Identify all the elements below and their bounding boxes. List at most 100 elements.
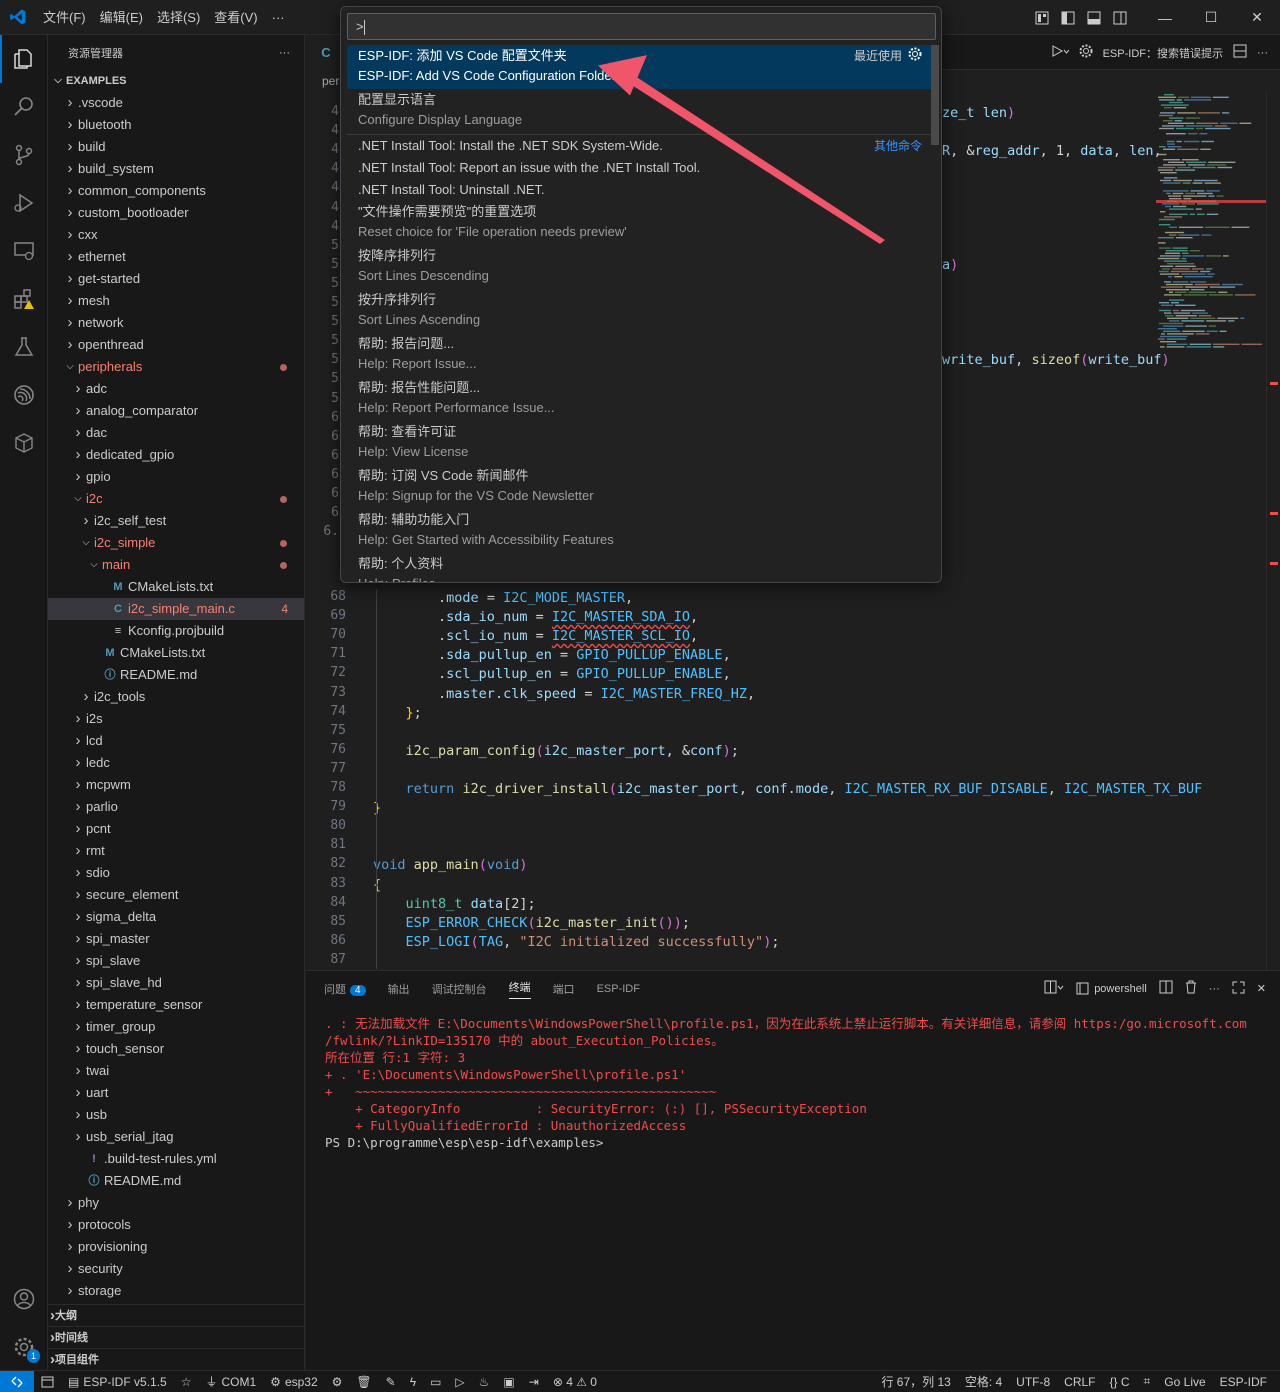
minimap[interactable] (1156, 92, 1266, 352)
toggle-panel-icon[interactable] (1084, 8, 1104, 28)
command-item[interactable]: 配置显示语言 Configure Display Language (347, 89, 936, 133)
tree-folder[interactable]: › twai (48, 1060, 304, 1082)
testing-icon[interactable] (0, 323, 48, 371)
search-icon[interactable] (0, 83, 48, 131)
run-debug-dropdown-icon[interactable] (1051, 44, 1069, 61)
close-window-button[interactable]: ✕ (1234, 0, 1280, 35)
tree-folder[interactable]: › rmt (48, 840, 304, 862)
tree-folder[interactable]: › pcnt (48, 818, 304, 840)
editor-scrollbar[interactable] (1266, 92, 1280, 970)
command-item[interactable]: .NET Install Tool: Uninstall .NET. (347, 179, 936, 201)
tree-folder[interactable]: › adc (48, 378, 304, 400)
tree-folder[interactable]: › build_system (48, 158, 304, 180)
tree-folder[interactable]: › common_components (48, 180, 304, 202)
tree-folder[interactable]: › touch_sensor (48, 1038, 304, 1060)
terminal-layout-icon[interactable] (1044, 980, 1064, 997)
toggle-sidebar-icon[interactable] (1058, 8, 1078, 28)
command-item[interactable]: 帮助: 报告问题... Help: Report Issue... (347, 333, 936, 377)
tree-file[interactable]: ⓘ README.md (48, 1170, 304, 1192)
source-control-icon[interactable] (0, 131, 48, 179)
panel-tab-1[interactable]: 输出 (388, 981, 410, 997)
panel-tab-3[interactable]: 终端 (508, 979, 531, 999)
tree-file[interactable]: ⓘ README.md (48, 664, 304, 686)
terminal-output[interactable]: . : 无法加载文件 E:\Documents\WindowsPowerShel… (306, 1015, 1280, 1355)
other-commands-link[interactable]: 其他命令 (874, 137, 922, 154)
more-actions-button[interactable]: ··· (1257, 47, 1268, 59)
status-item-chip[interactable]: ⚙ esp32 (263, 1375, 324, 1389)
tree-folder[interactable]: › sdio (48, 862, 304, 884)
tree-folder[interactable]: › secure_element (48, 884, 304, 906)
tree-folder[interactable]: › get-started (48, 268, 304, 290)
tree-folder[interactable]: › usb_serial_jtag (48, 1126, 304, 1148)
command-palette-input[interactable]: > (347, 13, 936, 40)
tree-folder[interactable]: › spi_slave (48, 950, 304, 972)
command-item[interactable]: 帮助: 订阅 VS Code 新闻邮件 Help: Signup for the … (347, 465, 936, 509)
tree-folder[interactable]: › uart (48, 1082, 304, 1104)
terminal-shell-selector[interactable]: powershell (1076, 982, 1147, 995)
tree-folder[interactable]: › timer_group (48, 1016, 304, 1038)
maximize-panel-icon[interactable] (1232, 981, 1245, 997)
sidebar-section-1[interactable]: › 时间线 (48, 1326, 304, 1348)
status-item-plug[interactable]: ⏚ COM1 (198, 1373, 263, 1390)
panel-tab-4[interactable]: 端口 (553, 981, 575, 997)
status-right-item[interactable]: 行 67，列 13 (874, 1373, 957, 1390)
command-item[interactable]: .NET Install Tool: Report an issue with … (347, 157, 936, 179)
command-item[interactable]: .NET Install Tool: Install the .NET SDK … (347, 135, 936, 157)
explorer-more-button[interactable]: ··· (279, 47, 290, 59)
status-right-item[interactable]: ESP-IDF (1213, 1375, 1274, 1389)
split-terminal-icon[interactable] (1159, 980, 1173, 997)
status-item-flash[interactable]: ϟ (403, 1375, 423, 1389)
menu-item-3[interactable]: 查看(V) (207, 0, 264, 35)
status-item-star[interactable]: ☆ (174, 1375, 199, 1389)
tree-file[interactable]: M CMakeLists.txt (48, 576, 304, 598)
palette-scrollbar[interactable] (931, 45, 939, 145)
menu-item-4[interactable]: ··· (265, 0, 292, 35)
command-item[interactable]: 帮助: 报告性能问题... Help: Report Performance Is… (347, 377, 936, 421)
status-item-run[interactable]: ⇥ (522, 1375, 546, 1389)
status-item-trash[interactable]: 🗑 (349, 1375, 378, 1389)
customize-layout-icon[interactable] (1032, 8, 1052, 28)
status-item-gear[interactable]: ⚙ (325, 1375, 350, 1389)
close-panel-icon[interactable]: ✕ (1257, 982, 1266, 995)
component-registry-icon[interactable] (0, 419, 48, 467)
command-item[interactable]: 帮助: 辅助功能入门 Help: Get Started with Accessi… (347, 509, 936, 553)
tree-folder[interactable]: › i2c_tools (48, 686, 304, 708)
tree-file[interactable]: M CMakeLists.txt (48, 642, 304, 664)
tree-folder[interactable]: › ledc (48, 752, 304, 774)
tree-folder[interactable]: › bluetooth (48, 114, 304, 136)
tree-file[interactable]: ≡ Kconfig.projbuild (48, 620, 304, 642)
tree-folder[interactable]: › usb (48, 1104, 304, 1126)
menu-item-2[interactable]: 选择(S) (150, 0, 207, 35)
status-right-item[interactable]: UTF-8 (1009, 1375, 1057, 1389)
tree-folder[interactable]: › i2c_self_test (48, 510, 304, 532)
status-item-wrench[interactable]: ✎ (379, 1375, 403, 1389)
tree-folder[interactable]: › security (48, 1258, 304, 1280)
command-item[interactable]: "文件操作需要预览"的重置选项 Reset choice for 'File op… (347, 201, 936, 245)
ports-icon[interactable] (34, 1376, 61, 1388)
tree-folder[interactable]: ⌵ i2c (48, 488, 304, 510)
remote-indicator-icon[interactable] (0, 1370, 34, 1392)
command-item[interactable]: 按降序排列行 Sort Lines Descending (347, 245, 936, 289)
run-debug-icon[interactable] (0, 179, 48, 227)
tree-folder[interactable]: ⌵ peripherals (48, 356, 304, 378)
minimize-button[interactable]: — (1142, 0, 1188, 35)
status-right-item[interactable]: 空格: 4 (958, 1373, 1009, 1390)
tree-folder[interactable]: › mesh (48, 290, 304, 312)
sidebar-section-0[interactable]: › 大纲 (48, 1304, 304, 1326)
tree-folder[interactable]: › analog_comparator (48, 400, 304, 422)
command-item[interactable]: 帮助: 个人资料 Help: Profiles (347, 553, 936, 582)
tree-folder[interactable]: › storage (48, 1280, 304, 1302)
tree-folder[interactable]: › spi_master (48, 928, 304, 950)
kill-terminal-icon[interactable] (1185, 980, 1197, 997)
tree-folder[interactable]: › lcd (48, 730, 304, 752)
extensions-icon[interactable] (0, 275, 48, 323)
explorer-icon[interactable] (0, 35, 48, 83)
command-item[interactable]: 帮助: 查看许可证 Help: View License (347, 421, 936, 465)
tree-folder[interactable]: › spi_slave_hd (48, 972, 304, 994)
status-right-item[interactable]: ⌗ (1137, 1374, 1158, 1389)
tree-folder[interactable]: › .vscode (48, 92, 304, 114)
toggle-secondary-sidebar-icon[interactable] (1110, 8, 1130, 28)
accounts-icon[interactable] (0, 1275, 48, 1323)
tree-file[interactable]: ! .build-test-rules.yml (48, 1148, 304, 1170)
tree-folder[interactable]: › temperature_sensor (48, 994, 304, 1016)
